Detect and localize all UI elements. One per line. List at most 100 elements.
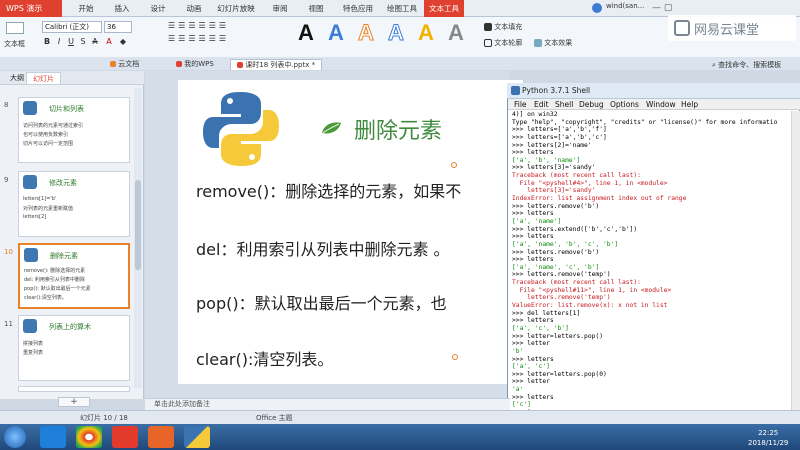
clear-format-button[interactable]: ◆ <box>118 37 128 47</box>
selection-handle[interactable] <box>452 354 458 360</box>
underline-button[interactable]: U <box>66 37 76 47</box>
menu-tab-animation[interactable]: 动画 <box>180 0 208 17</box>
chrome-icon[interactable] <box>76 426 102 448</box>
user-avatar[interactable] <box>592 3 602 13</box>
slide-bullet[interactable]: pop()：默认取出最后一个元素，也 <box>196 290 447 314</box>
start-button-icon[interactable] <box>4 426 26 448</box>
shell-line: ['a', 'name'] <box>512 217 562 225</box>
shell-menu-window[interactable]: Window <box>646 100 676 109</box>
slide-thumbnail-12-partial[interactable] <box>18 386 130 392</box>
text-outline-button[interactable]: 文本轮廓 <box>484 38 522 48</box>
menu-tab-home[interactable]: 开始 <box>72 0 100 17</box>
shell-menu-edit[interactable]: Edit <box>534 100 549 109</box>
search-command[interactable]: ⌕ 查找命令、搜索模板 <box>712 60 781 70</box>
search-command-label: 查找命令、搜索模板 <box>718 61 782 69</box>
text-style-blue-outline[interactable]: A <box>388 20 405 46</box>
text-box-icon[interactable] <box>6 22 24 34</box>
paragraph-tools[interactable]: ☰☰☰☰☰☰ ☰☰☰☰☰☰ <box>168 21 280 47</box>
text-fill-icon <box>484 23 492 31</box>
shell-line: File "<pyshell#11>", line 1, in <module> <box>512 286 672 294</box>
thumb-line: 切片可以访问一定范围 <box>23 141 74 147</box>
text-fill-button[interactable]: 文本填充 <box>484 22 522 32</box>
pptx-icon <box>237 62 243 68</box>
shell-menu-help[interactable]: Help <box>681 100 698 109</box>
netease-logo-text: 网易云课堂 <box>694 23 760 38</box>
doc-tab-active[interactable]: 课时18 列表中.pptx * <box>230 59 323 70</box>
strikethrough-button[interactable]: A <box>90 37 100 47</box>
slide-bullet[interactable]: remove()：删除选择的元素，如果不 <box>196 178 461 202</box>
selection-handle[interactable] <box>451 162 457 168</box>
tab-slides[interactable]: 幻灯片 <box>26 72 61 84</box>
menu-tab-view[interactable]: 视图 <box>302 0 330 17</box>
slide-thumbnail-10[interactable]: 删除元素 remove(): 删除选择的元素 del: 利用索引从列表中删除 p… <box>18 243 130 309</box>
shell-line: ['a', 'name', 'b', 'c', 'b'] <box>512 240 619 248</box>
notes-placeholder[interactable]: 单击此处添加备注 <box>154 399 210 409</box>
text-style-black[interactable]: A <box>298 20 314 46</box>
menu-tab-drawing-tools[interactable]: 绘图工具 <box>382 0 422 17</box>
text-style-orange-outline[interactable]: A <box>358 20 375 46</box>
shell-line: 'b' <box>512 347 524 355</box>
slide-bullet[interactable]: del：利用索引从列表中删除元素 。 <box>196 236 450 260</box>
menu-tab-insert[interactable]: 插入 <box>108 0 136 17</box>
shadow-button[interactable]: S <box>78 37 88 47</box>
menu-tab-features[interactable]: 特色应用 <box>338 0 378 17</box>
doc-tab-cloud[interactable]: 云文档 <box>104 59 145 70</box>
shell-menu-shell[interactable]: Shell <box>555 100 573 109</box>
add-slide-button[interactable]: + <box>58 397 90 407</box>
shell-line: >>> letters <box>512 210 554 218</box>
thumb-line: letters[2] <box>23 214 47 220</box>
doc-tab-mywps[interactable]: 我的WPS <box>170 59 220 70</box>
slide-bullet[interactable]: clear():清空列表。 <box>196 346 333 370</box>
font-name-select[interactable]: Calibri (正文) <box>42 21 102 33</box>
python-taskbar-icon[interactable] <box>184 426 210 448</box>
slide-thumbnail-9[interactable]: 修改元素 letters[1]='b' 对列表的元素重新赋值 letters[2… <box>18 171 130 237</box>
slide-thumbnail-11[interactable]: 列表上的算术 拼接列表 重复列表 <box>18 315 130 381</box>
text-box-label[interactable]: 文本框 <box>4 39 25 49</box>
system-clock[interactable]: 22:25 2018/11/29 <box>748 428 788 448</box>
wps-app-button[interactable]: WPS 演示 <box>0 0 62 17</box>
menu-tab-text-tools[interactable]: 文本工具 <box>424 0 464 17</box>
shell-line: >>> letters <box>512 393 554 401</box>
user-name[interactable]: wind(san... <box>606 2 644 10</box>
thumb-line: 重复列表 <box>23 350 44 356</box>
shell-menu-options[interactable]: Options <box>610 100 639 109</box>
shell-line: >>> letters <box>512 355 554 363</box>
shell-menu-file[interactable]: File <box>514 100 527 109</box>
slide-number: 9 <box>4 176 9 184</box>
thumb-line: letters[1]='b' <box>23 196 57 202</box>
python-logo-icon <box>23 319 37 333</box>
text-style-blue[interactable]: A <box>328 20 344 46</box>
shell-line: IndexError: list assignment index out of… <box>512 195 687 203</box>
thumb-line: remove(): 删除选择的元素 <box>24 268 86 274</box>
thumb-line: clear():清空列表。 <box>24 295 67 301</box>
slide-thumbnail-8[interactable]: 切片和列表 访问列表的元素可通过索引 也可以使用负数索引 切片可以访问一定范围 <box>18 97 130 163</box>
shell-menu-debug[interactable]: Debug <box>579 100 604 109</box>
thumb-title: 删除元素 <box>50 252 78 260</box>
shell-line: >>> letters=['a','b','c'] <box>512 133 607 141</box>
shell-line: letters.remove('temp') <box>512 294 611 302</box>
wps-writer-icon[interactable] <box>112 426 138 448</box>
menu-tab-slideshow[interactable]: 幻灯片放映 <box>214 0 258 17</box>
clock-time: 22:25 <box>758 429 779 437</box>
menu-tab-review[interactable]: 审阅 <box>266 0 294 17</box>
shell-line: >>> letters.remove('b') <box>512 248 600 256</box>
text-style-gray[interactable]: A <box>448 20 464 46</box>
window-controls[interactable]: — ▢ <box>652 3 672 13</box>
text-effect-button[interactable]: 文本效果 <box>534 38 572 48</box>
ie-icon[interactable] <box>40 426 66 448</box>
slide-heading[interactable]: 删除元素 <box>354 113 442 145</box>
menu-tab-design[interactable]: 设计 <box>144 0 172 17</box>
italic-button[interactable]: I <box>54 37 64 47</box>
thumbnail-scrollbar-thumb[interactable] <box>135 180 141 270</box>
shell-line: Type "help", "copyright", "credits" or "… <box>512 118 778 126</box>
font-size-select[interactable]: 36 <box>104 21 132 33</box>
text-style-gold[interactable]: A <box>418 20 434 46</box>
slide-number: 8 <box>4 101 9 109</box>
font-color-button[interactable]: A <box>104 37 114 47</box>
shell-scrollbar[interactable] <box>791 111 800 419</box>
wps-presentation-icon[interactable] <box>148 426 174 448</box>
shell-line: >>> letter <box>512 378 550 386</box>
doc-tab-cloud-label: 云文档 <box>118 60 140 68</box>
shell-output[interactable]: 4)] on win32 Type "help", "copyright", "c… <box>512 111 800 419</box>
bold-button[interactable]: B <box>42 37 52 47</box>
